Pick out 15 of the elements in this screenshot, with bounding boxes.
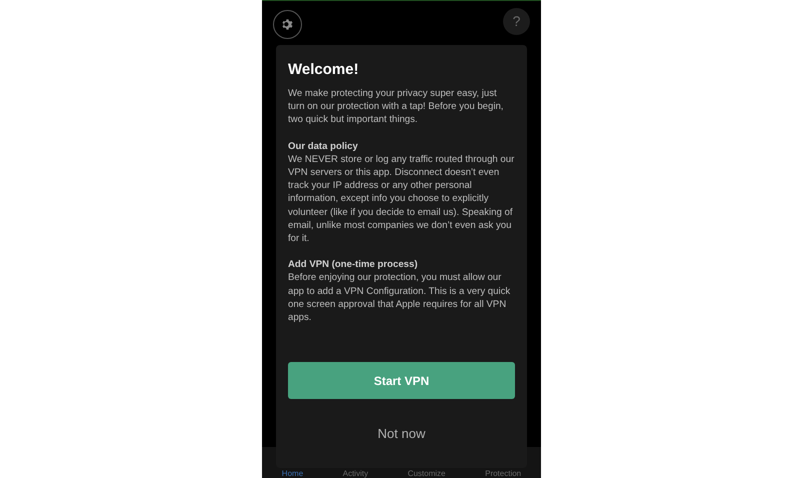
dialog-title: Welcome! [288,60,360,80]
intro-text: We make protecting your privacy super easy, just turn on our protection with a tap! Before you begin, two quick but important things. [288,87,504,127]
section-text: We NEVER store or log any traffic routed through our VPN servers or this app. Disconnect doesn’t even track your IP address or any other personal information, except info you choose to explicitly volunteer (like if you decide to email us). Speaking of email, unlike most companies we don’t even ask you for it. [288,152,515,246]
tab-bar-item[interactable]: Protection [485,469,522,478]
start-vpn-button[interactable]: Start VPN [288,362,515,399]
tab-bar-item[interactable]: Customize [408,469,446,478]
settings-button[interactable] [273,10,302,39]
section-text: Before enjoying our protection, you must allow our app to add a VPN Configuration. This is a very quick one screen approval that Apple requires for all VPN apps. [288,271,512,324]
section-heading: Our data policy [288,140,359,153]
help-button[interactable]: ? [503,8,530,35]
tab-bar-item[interactable]: Activity [342,469,368,478]
not-now-button[interactable]: Not now [370,419,434,449]
section-heading: Add VPN (one-time process) [288,258,419,272]
settings-icon [281,18,294,31]
tab-bar-item[interactable]: Home [282,469,304,478]
